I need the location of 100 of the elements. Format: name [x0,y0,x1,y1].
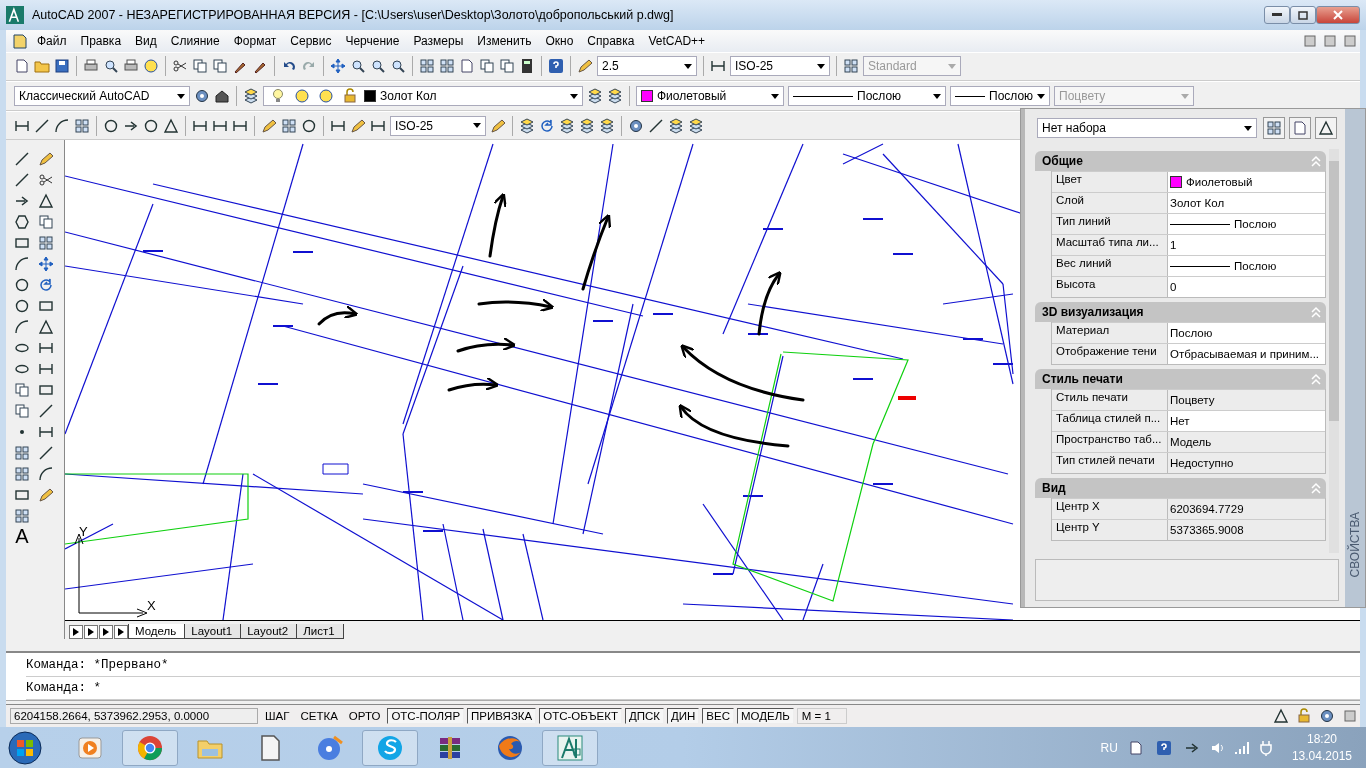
grid-icon[interactable] [439,58,455,75]
line-icon[interactable] [34,117,50,134]
copy-icon[interactable] [192,58,208,75]
magnifier-icon[interactable] [370,58,386,75]
hexagon-icon[interactable] [14,213,30,230]
copy-icon[interactable] [14,381,30,398]
menu-item[interactable]: Слияние [163,31,227,50]
menu-item[interactable]: Размеры [406,31,471,50]
line-icon[interactable] [14,150,30,167]
circle-icon[interactable] [301,117,317,134]
floppy-icon[interactable] [54,58,70,75]
house-icon[interactable] [214,88,230,104]
sun-icon[interactable] [143,58,159,75]
grid-icon[interactable] [843,58,859,75]
mode-toggle[interactable]: МОДЕЛЬ [737,708,794,725]
mode-toggle[interactable]: ШАГ [261,708,294,725]
arc-icon[interactable] [38,465,54,482]
move-icon[interactable] [38,255,54,272]
mode-toggle[interactable]: ДПСК [624,708,664,725]
close-button[interactable] [1316,6,1360,24]
rotate-icon[interactable] [38,276,54,293]
layer-dropdown[interactable]: Золот Кол [263,86,583,106]
layers-icon[interactable] [688,117,704,134]
circle-icon[interactable] [103,117,119,134]
mode-toggle[interactable]: ПРИВЯЗКА [467,708,537,725]
menu-item[interactable]: Справка [580,31,642,50]
property-value[interactable]: Фиолетовый [1168,172,1325,192]
rotate-icon[interactable] [539,117,555,134]
pencil-icon[interactable] [38,150,54,167]
tab-scroll-button[interactable] [84,625,98,640]
filter-button[interactable] [1315,117,1337,139]
quick-select-button[interactable] [1263,117,1285,139]
mode-toggle[interactable]: ВЕС [702,708,734,725]
start-button[interactable] [8,730,42,765]
tab-scroll-button[interactable] [114,625,128,640]
menu-item[interactable]: Формат [226,31,284,50]
property-value[interactable]: Нет [1168,411,1325,431]
layers-icon[interactable] [559,117,575,134]
grid-icon[interactable] [14,444,30,461]
mode-toggle[interactable]: ОТС-ПОЛЯР [387,708,465,725]
property-value[interactable]: Золот Кол [1168,193,1325,213]
property-value[interactable]: Отбрасываемая и приним... [1168,344,1325,364]
grid-icon[interactable] [14,465,30,482]
layers-icon[interactable] [519,117,535,134]
grid-icon[interactable] [281,117,297,134]
triangle-icon[interactable] [38,192,54,209]
dropdown[interactable]: Нет набора [1037,118,1257,138]
menu-item[interactable]: Черчение [338,31,407,50]
restore-button[interactable] [1290,6,1316,24]
menu-item[interactable]: Сервис [283,31,339,50]
layers-icon[interactable] [668,117,684,134]
pencil-icon[interactable] [490,117,506,134]
menu-item[interactable]: Окно [538,31,581,50]
circle-icon[interactable] [14,297,30,314]
property-value[interactable]: Послою [1168,214,1325,234]
triangle-icon[interactable] [38,318,54,335]
text-tool[interactable]: A [15,525,29,549]
layout-tab[interactable]: Layout2 [240,624,298,640]
pencil-icon[interactable] [261,117,277,134]
taskbar-app[interactable] [362,729,418,766]
layers-icon[interactable] [587,88,603,104]
document-icon[interactable] [12,32,28,49]
property-value[interactable]: 0 [1168,277,1325,297]
copy-icon[interactable] [479,58,495,75]
page-icon[interactable] [14,58,30,75]
scissors-icon[interactable] [38,171,54,188]
copy-icon[interactable] [14,402,30,419]
dropdown[interactable]: ISO-25 [390,115,486,136]
layout-tab[interactable]: Лист1 [296,624,344,640]
lock-icon[interactable] [1296,708,1312,725]
menu-item[interactable]: Файл [30,31,74,50]
layout-tab[interactable]: Модель [128,624,186,640]
copy-icon[interactable] [38,213,54,230]
page-icon[interactable] [459,58,475,75]
line-icon[interactable] [38,444,54,461]
line-icon[interactable] [38,402,54,419]
menu-item[interactable]: Правка [73,31,129,50]
property-value[interactable]: Послою [1168,256,1325,276]
triangle-icon[interactable] [1273,708,1289,725]
dropdown[interactable]: Фиолетовый [636,86,784,106]
grid-icon[interactable] [14,507,30,524]
layers-icon[interactable] [579,117,595,134]
grid-icon[interactable] [38,234,54,251]
dropdown[interactable]: 2.5 [597,56,697,77]
mode-toggle[interactable]: ДИН [667,708,700,725]
menu-item[interactable]: Изменить [470,31,539,50]
layers-icon[interactable] [599,117,615,134]
taskbar-app[interactable] [542,729,598,766]
copy-icon[interactable] [212,58,228,75]
magnifier-icon[interactable] [350,58,366,75]
dropdown[interactable]: Послою [950,86,1050,106]
mode-toggle[interactable]: ОРТО [344,708,385,725]
pencil-icon[interactable] [577,58,593,75]
circle-icon[interactable] [143,117,159,134]
move-icon[interactable] [330,58,346,75]
triangle-icon[interactable] [163,117,179,134]
property-value[interactable]: 1 [1168,235,1325,255]
property-value[interactable]: Послою [1168,323,1325,343]
line-icon[interactable] [14,171,30,188]
magnifier-icon[interactable] [390,58,406,75]
